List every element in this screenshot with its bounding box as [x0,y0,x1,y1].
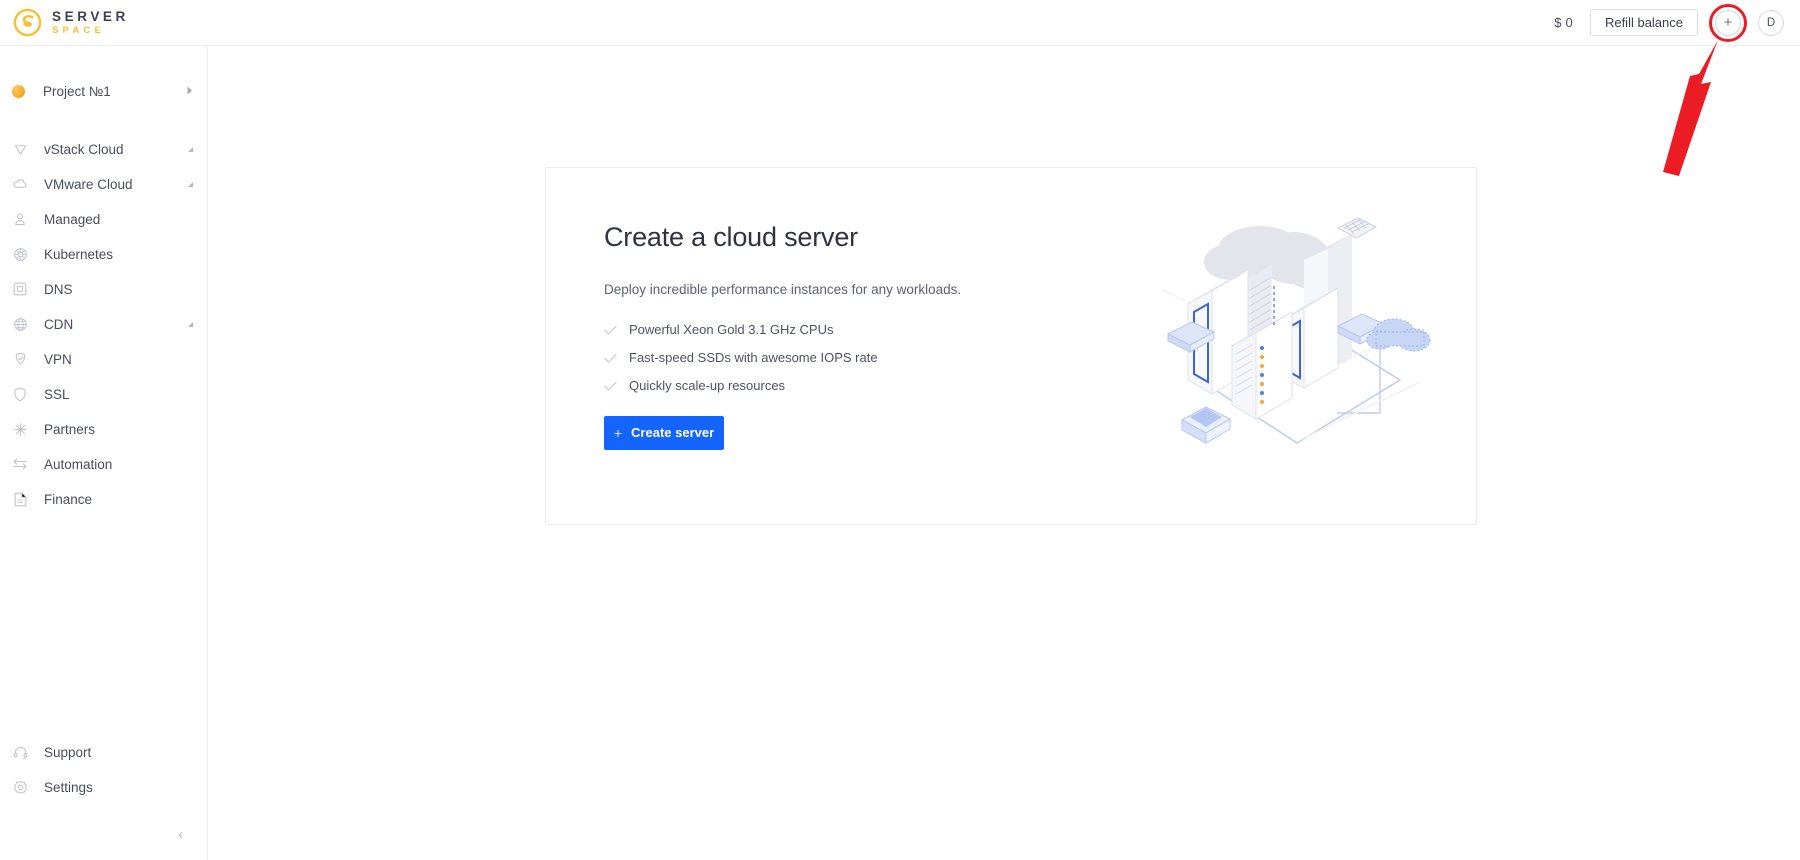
sidebar-item-automation[interactable]: Automation [0,447,207,481]
expand-caret-icon[interactable] [188,181,193,187]
sidebar-item-label: Finance [44,491,93,507]
sidebar-nav: vStack Cloud VMware Cloud Managed Kubern… [0,132,207,516]
check-icon [604,351,617,364]
main-content: Create a cloud server Deploy incredible … [208,46,1800,860]
asterisk-icon [12,421,28,437]
shield-icon [12,386,28,402]
feature-list: Powerful Xeon Gold 3.1 GHz CPUs Fast-spe… [604,322,1044,393]
kubernetes-icon [12,246,28,262]
sidebar-item-label: Support [44,744,92,760]
serverspace-s-logo-icon [13,8,42,37]
list-item: Powerful Xeon Gold 3.1 GHz CPUs [604,322,1044,337]
page-title: Create a cloud server [604,222,858,252]
sidebar-item-label: VPN [44,351,72,367]
avatar[interactable]: D [1758,9,1784,36]
globe-icon [12,316,28,332]
logo-secondary-text: SPACE [52,24,106,36]
sidebar-item-label: DNS [44,281,73,297]
sidebar-item-label: SSL [44,386,70,402]
sidebar-item-cdn[interactable]: CDN [0,307,207,341]
sidebar-item-support[interactable]: Support [0,735,207,769]
top-header: SERVER SPACE $ 0 Refill balance + D [0,0,1800,46]
add-button[interactable]: + [1709,3,1747,42]
feature-label: Quickly scale-up resources [629,377,786,393]
create-cloud-server-card: Create a cloud server Deploy incredible … [545,167,1477,525]
plus-icon: + [613,424,623,441]
sidebar-footer: Support Settings ‹ [0,735,207,860]
list-item: Fast-speed SSDs with awesome IOPS rate [604,350,1044,365]
create-server-button[interactable]: + Create server [604,415,724,450]
sidebar-item-label: CDN [44,316,74,332]
headset-icon [12,744,28,760]
vstack-icon [12,141,28,157]
sidebar-item-ssl[interactable]: SSL [0,377,207,411]
project-dot-icon [12,84,25,98]
sidebar-item-vstack-cloud[interactable]: vStack Cloud [0,132,207,166]
project-selector[interactable]: Project №1 [0,74,207,108]
expand-caret-icon[interactable] [188,146,193,152]
sidebar-item-finance[interactable]: Finance [0,482,207,516]
sidebar-item-label: Managed [44,211,101,227]
sidebar-item-partners[interactable]: Partners [0,412,207,446]
sidebar-item-vpn[interactable]: VPN [0,342,207,376]
user-icon [12,211,28,227]
check-icon [604,379,617,392]
plus-icon: + [1723,14,1733,31]
card-subtitle: Deploy incredible performance instances … [604,282,962,298]
balance-amount: $ 0 [1554,15,1573,30]
sidebar-item-dns[interactable]: DNS [0,272,207,306]
isometric-datacenter-illustration [1152,208,1442,478]
list-item: Quickly scale-up resources [604,378,1044,393]
sidebar: Project №1 vStack Cloud VMware Cloud Man… [0,46,208,860]
shield-check-icon [12,351,28,367]
document-icon [12,491,28,507]
collapse-sidebar-button[interactable]: ‹ [178,827,183,842]
sidebar-item-managed[interactable]: Managed [0,202,207,236]
header-actions: $ 0 Refill balance + D [1554,3,1784,42]
sidebar-item-settings[interactable]: Settings [0,770,207,804]
feature-label: Powerful Xeon Gold 3.1 GHz CPUs [629,321,834,337]
gear-icon [12,779,28,795]
dns-square-icon [12,281,28,297]
sidebar-item-label: vStack Cloud [44,141,124,157]
sidebar-item-label: VMware Cloud [44,176,133,192]
create-server-label: Create server [631,425,715,441]
sidebar-collapse-row: ‹ [0,805,207,860]
sidebar-item-vmware-cloud[interactable]: VMware Cloud [0,167,207,201]
expand-caret-icon[interactable] [188,321,193,327]
sidebar-item-label: Automation [44,456,113,472]
sidebar-item-label: Partners [44,421,96,437]
cloud-icon [12,176,28,192]
card-body: Create a cloud server Deploy incredible … [604,222,1044,450]
sidebar-item-kubernetes[interactable]: Kubernetes [0,237,207,271]
feature-label: Fast-speed SSDs with awesome IOPS rate [629,349,878,365]
sidebar-item-label: Settings [44,779,93,795]
refill-balance-button[interactable]: Refill balance [1589,9,1698,36]
project-label: Project №1 [43,83,111,99]
arrows-swap-icon [12,456,28,472]
chevron-right-icon [187,86,193,97]
logo-primary-text: SERVER [52,9,129,24]
check-icon [604,323,617,336]
brand-logo[interactable]: SERVER SPACE [13,8,129,37]
sidebar-item-label: Kubernetes [44,246,114,262]
